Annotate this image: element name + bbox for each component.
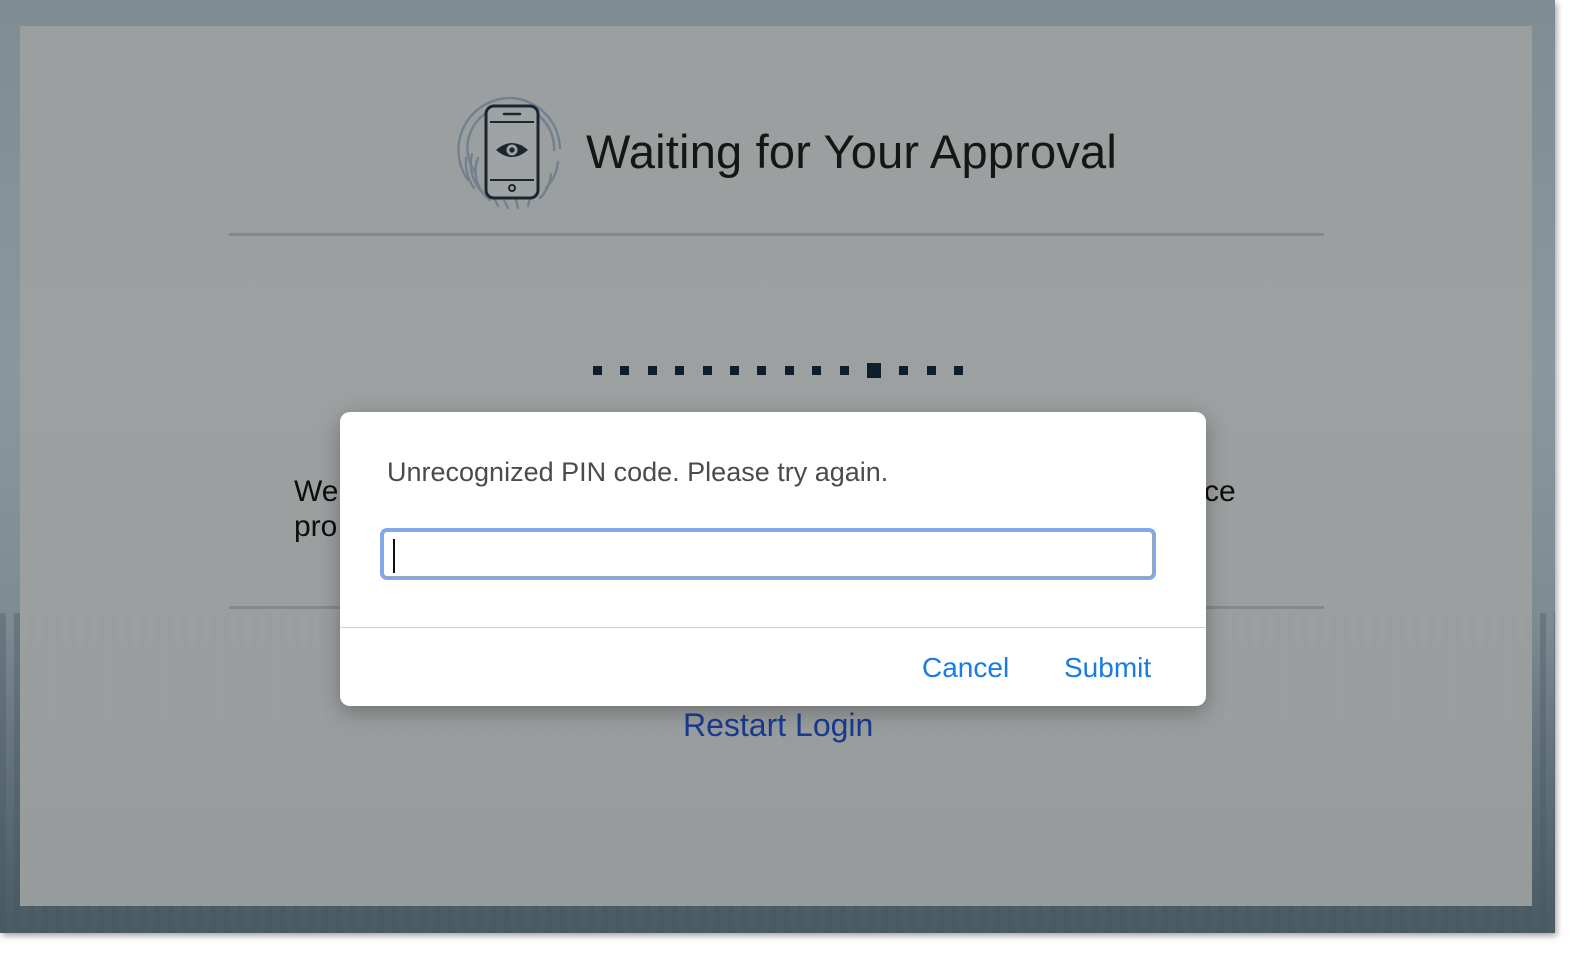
progress-dot [702, 366, 712, 375]
approval-header: Waiting for Your Approval [450, 88, 1117, 214]
progress-dot [675, 366, 685, 375]
submit-button[interactable]: Submit [1064, 652, 1151, 684]
progress-dot [954, 366, 964, 375]
cancel-button[interactable]: Cancel [922, 652, 1009, 684]
restart-login-link[interactable]: Restart Login [683, 707, 873, 744]
instruction-line-1-end: ce [1204, 475, 1236, 508]
progress-dot-active [866, 363, 881, 378]
page-title: Waiting for Your Approval [586, 124, 1118, 178]
progress-dot [899, 366, 909, 375]
pin-input[interactable] [383, 531, 1153, 577]
header-divider [229, 233, 1324, 236]
pin-dialog: Unrecognized PIN code. Please try again.… [340, 412, 1206, 706]
dialog-message: Unrecognized PIN code. Please try again. [387, 457, 889, 487]
progress-dot [620, 366, 630, 375]
progress-dot [593, 366, 602, 375]
dialog-divider [340, 627, 1206, 628]
progress-dot [839, 366, 849, 375]
progress-dot [647, 366, 657, 375]
text-caret [393, 539, 395, 573]
progress-dot [926, 366, 936, 375]
progress-dot [784, 366, 794, 375]
fingerprint-phone-eye-icon [457, 96, 562, 210]
progress-dots [593, 363, 981, 378]
progress-dot [812, 366, 822, 375]
progress-dot [729, 366, 739, 375]
progress-dot [757, 366, 767, 375]
